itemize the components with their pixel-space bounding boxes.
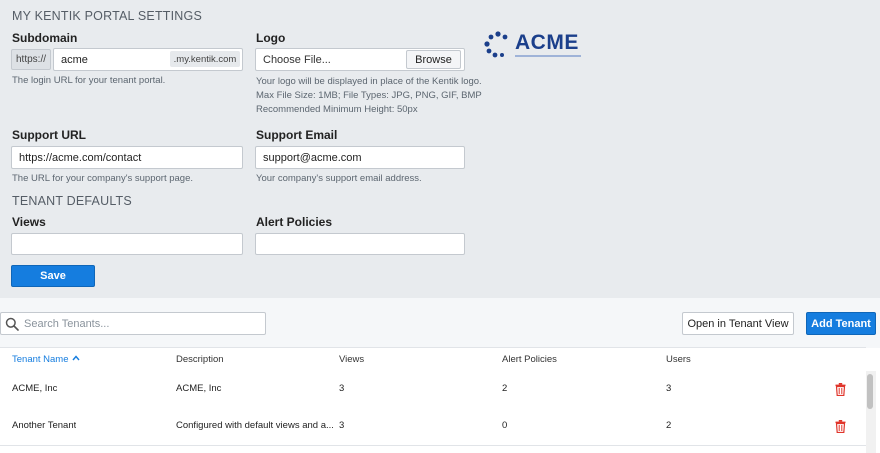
tenant-defaults-title: TENANT DEFAULTS: [12, 194, 132, 208]
acme-logo-mark-icon: [484, 31, 508, 58]
save-button[interactable]: Save: [11, 265, 95, 287]
users-cell: 3: [666, 383, 672, 394]
support-email-help: Your company's support email address.: [256, 173, 422, 184]
acme-logo-tagline: [515, 55, 581, 57]
support-email-value: support@acme.com: [263, 151, 362, 164]
trash-icon[interactable]: [835, 383, 846, 396]
subdomain-help: The login URL for your tenant portal.: [12, 75, 166, 86]
alert-policies-select[interactable]: [255, 233, 465, 255]
views-cell: 3: [339, 383, 345, 394]
column-header-description[interactable]: Description: [176, 354, 224, 365]
search-tenants-placeholder: Search Tenants...: [24, 317, 110, 330]
subdomain-value: acme: [61, 53, 88, 66]
logo-help-line: Your logo will be displayed in place of …: [256, 76, 482, 87]
table-row[interactable]: ACME, Inc ACME, Inc 3 2 3: [0, 371, 866, 409]
search-tenants-input[interactable]: Search Tenants...: [0, 312, 266, 335]
column-header-views[interactable]: Views: [339, 354, 364, 365]
table-scrollbar-thumb[interactable]: [867, 374, 873, 409]
support-url-value: https://acme.com/contact: [19, 151, 142, 164]
tenant-name-cell: Another Tenant: [12, 420, 77, 431]
logo-label: Logo: [256, 31, 286, 45]
search-icon: [5, 317, 19, 331]
alert-policies-cell: 0: [502, 420, 508, 431]
tenants-table-header: Tenant Name Description Views Alert Poli…: [0, 347, 866, 373]
column-header-users[interactable]: Users: [666, 354, 691, 365]
alert-policies-label: Alert Policies: [256, 215, 333, 229]
support-url-input[interactable]: https://acme.com/contact: [11, 146, 243, 169]
acme-logo-text: ACME: [515, 31, 579, 54]
portal-settings-panel: MY KENTIK PORTAL SETTINGS Subdomain http…: [0, 0, 880, 298]
support-url-help: The URL for your company's support page.: [12, 173, 193, 184]
users-cell: 2: [666, 420, 672, 431]
tenant-name-cell: ACME, Inc: [12, 383, 58, 394]
portal-settings-title: MY KENTIK PORTAL SETTINGS: [12, 9, 202, 23]
tenants-toolbar: Search Tenants... Open in Tenant View Ad…: [0, 298, 880, 348]
table-row[interactable]: Another Tenant Configured with default v…: [0, 408, 866, 446]
subdomain-label: Subdomain: [12, 31, 78, 45]
column-header-tenant-name[interactable]: Tenant Name: [12, 354, 80, 365]
browse-button[interactable]: Browse: [406, 50, 461, 69]
sort-asc-icon: [72, 355, 80, 361]
support-url-label: Support URL: [12, 128, 86, 142]
acme-logo: ACME: [483, 30, 583, 60]
logo-file-placeholder: Choose File...: [263, 53, 331, 66]
support-email-input[interactable]: support@acme.com: [255, 146, 465, 169]
logo-help-line: Recommended Minimum Height: 50px: [256, 104, 418, 115]
description-cell: ACME, Inc: [176, 383, 222, 394]
alert-policies-cell: 2: [502, 383, 508, 394]
description-cell: Configured with default views and a...: [176, 420, 333, 431]
logo-help-line: Max File Size: 1MB; File Types: JPG, PNG…: [256, 90, 482, 101]
add-tenant-button[interactable]: Add Tenant: [806, 312, 876, 335]
logo-help: Your logo will be displayed in place of …: [256, 75, 496, 117]
trash-icon[interactable]: [835, 420, 846, 433]
open-tenant-view-button[interactable]: Open in Tenant View: [682, 312, 794, 335]
subdomain-suffix: .my.kentik.com: [170, 51, 240, 67]
support-email-label: Support Email: [256, 128, 338, 142]
views-label: Views: [12, 215, 46, 229]
views-cell: 3: [339, 420, 345, 431]
column-header-alert-policies[interactable]: Alert Policies: [502, 354, 557, 365]
column-header-label: Tenant Name: [12, 354, 69, 365]
subdomain-prefix: https://: [11, 49, 51, 70]
views-select[interactable]: [11, 233, 243, 255]
